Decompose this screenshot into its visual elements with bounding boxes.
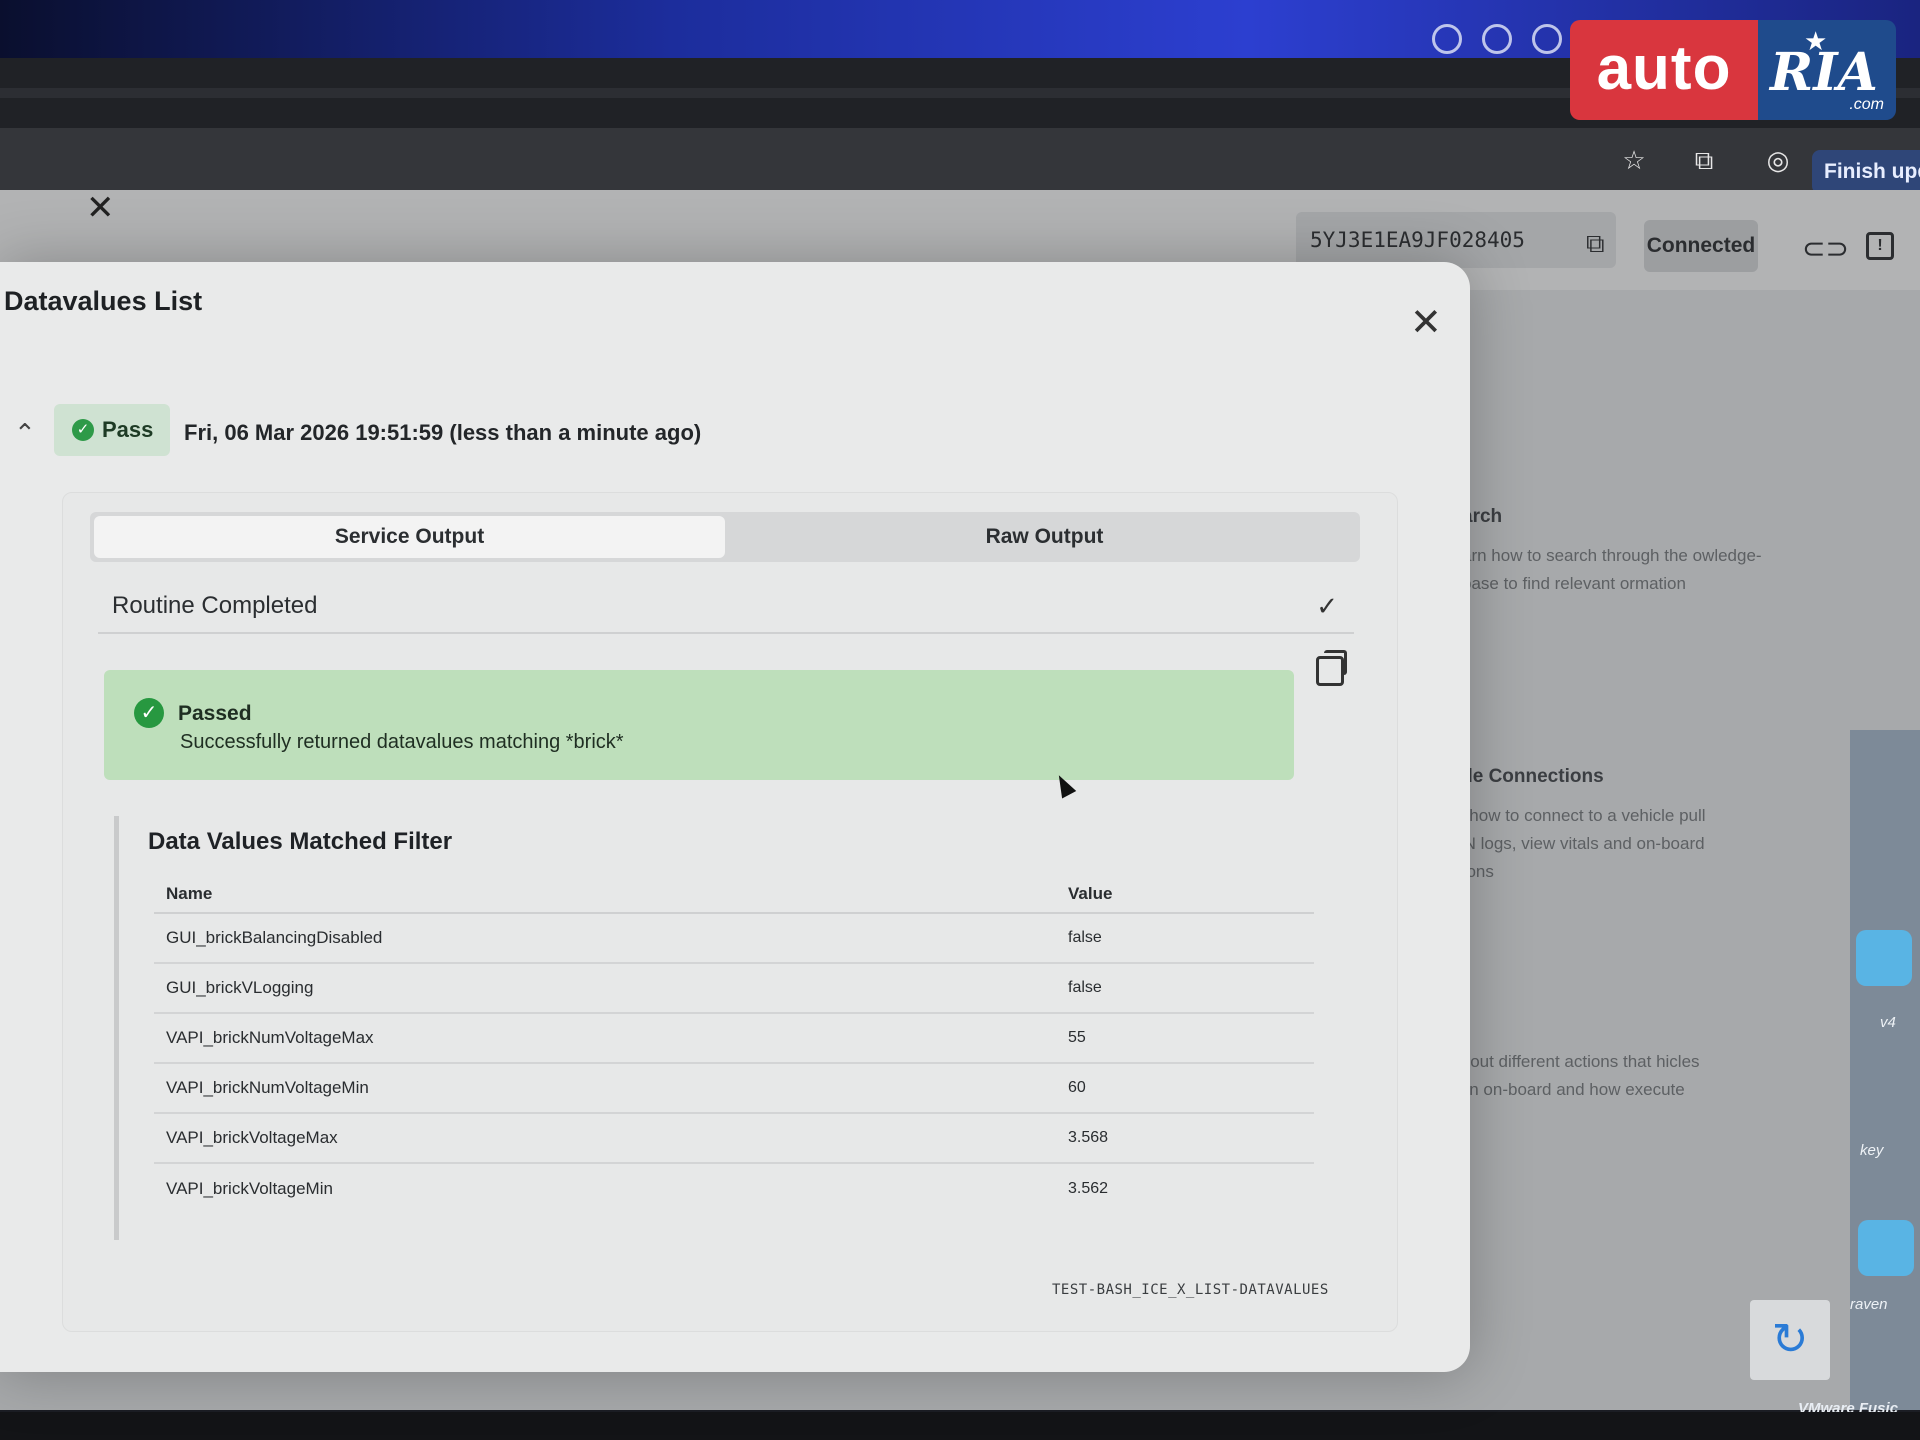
side-label: v4	[1880, 1014, 1896, 1031]
datavalue-name: VAPI_brickVoltageMax	[166, 1128, 338, 1147]
feedback-icon[interactable]: !	[1866, 232, 1894, 260]
datavalue-value: 3.568	[1068, 1129, 1109, 1146]
result-banner: ✓ Passed Successfully returned datavalue…	[104, 670, 1294, 780]
dock-tile[interactable]	[1856, 930, 1912, 986]
datavalue-value: 3.562	[1068, 1180, 1109, 1197]
kb-card-vehicle-connections[interactable]: hicle Connections arn how to connect to …	[1440, 766, 1740, 886]
kb-card-text: arn how to connect to a vehicle pull CAN…	[1440, 806, 1706, 881]
result-message: Successfully returned datavalues matchin…	[180, 731, 624, 753]
datavalue-value: 55	[1068, 1029, 1086, 1046]
table-row: VAPI_brickNumVoltageMin 60	[154, 1064, 1314, 1114]
modal-title: Datavalues List	[4, 286, 203, 316]
profile-icon[interactable]: ◎	[1764, 146, 1792, 174]
logo-auto-part: auto	[1570, 20, 1758, 120]
logo-com-text: .com	[1849, 96, 1884, 113]
table-row: GUI_brickVLogging false	[154, 964, 1314, 1014]
datavalue-name: VAPI_brickNumVoltageMin	[166, 1078, 369, 1097]
tab-service-output[interactable]: Service Output	[94, 516, 725, 558]
datavalue-value: false	[1068, 979, 1102, 996]
tab-raw-output[interactable]: Raw Output	[729, 512, 1360, 562]
table-row: VAPI_brickVoltageMin 3.562	[154, 1164, 1314, 1214]
desktop-side-panel: v4 key raven	[1850, 730, 1920, 1410]
datavalue-value: 60	[1068, 1079, 1086, 1096]
table-row: GUI_brickBalancingDisabled false	[154, 914, 1314, 964]
logo-ria-text: RIA	[1770, 42, 1878, 103]
check-icon: ✓	[1316, 590, 1338, 621]
check-circle-icon: ✓	[134, 698, 164, 728]
routine-status-row[interactable]: Routine Completed ✓	[98, 580, 1354, 634]
datavalue-value: false	[1068, 929, 1102, 946]
column-header-value: Value	[1068, 884, 1113, 903]
status-badge: ✓ Pass	[54, 404, 170, 456]
routine-label: Routine Completed	[112, 592, 318, 619]
connected-status-button[interactable]: Connected	[1644, 220, 1758, 272]
side-label: key	[1860, 1142, 1884, 1159]
recaptcha-icon: ↻	[1750, 1300, 1830, 1380]
run-timestamp: Fri, 06 Mar 2026 19:51:59 (less than a m…	[184, 420, 702, 445]
dock-tile[interactable]	[1858, 1220, 1914, 1276]
link-icon[interactable]: ⊂⊃	[1802, 232, 1849, 265]
logo-ria-part: ★ RIA .com	[1758, 20, 1896, 120]
bookmark-star-icon[interactable]: ☆	[1620, 146, 1648, 174]
check-circle-icon: ✓	[72, 419, 94, 441]
notification-icon[interactable]	[1432, 24, 1462, 54]
table-row: VAPI_brickVoltageMax 3.568	[154, 1114, 1314, 1164]
kb-card-search[interactable]: arch arn how to search through the owled…	[1462, 506, 1762, 598]
side-label: raven	[1850, 1296, 1888, 1313]
finish-update-button[interactable]: Finish upda	[1812, 150, 1920, 194]
test-id-label: TEST-BASH_ICE_X_LIST-DATAVALUES	[1052, 1282, 1329, 1298]
datavalue-name: VAPI_brickNumVoltageMax	[166, 1028, 374, 1047]
browser-toolbar: ☆ ⧉ ◎	[0, 128, 1920, 190]
chevron-up-icon[interactable]: ⌃	[14, 418, 36, 449]
copy-vin-icon[interactable]: ⧉	[1586, 228, 1605, 260]
modal-close-icon[interactable]: ✕	[1410, 304, 1442, 342]
kb-card-title: arch	[1462, 506, 1503, 527]
auto-ria-logo: auto ★ RIA .com	[1570, 20, 1900, 120]
os-dock-strip	[0, 1412, 1920, 1440]
headphones-icon[interactable]	[1482, 24, 1512, 54]
datavalue-name: GUI_brickBalancingDisabled	[166, 928, 383, 947]
copy-output-icon[interactable]	[1316, 650, 1347, 686]
status-badge-label: Pass	[102, 417, 154, 442]
result-title: Passed	[178, 702, 252, 725]
kb-card-text: arn how to search through the owledge-ba…	[1462, 546, 1762, 593]
close-panel-icon[interactable]: ✕	[86, 188, 115, 228]
vin-display: 5YJ3E1EA9JF028405	[1296, 212, 1616, 268]
table-row: VAPI_brickNumVoltageMax 55	[154, 1014, 1314, 1064]
output-tabs: Service Output Raw Output	[90, 512, 1360, 562]
table-header: Name Value	[154, 872, 1314, 914]
kb-card-title: hicle Connections	[1440, 766, 1604, 787]
column-header-name: Name	[166, 884, 213, 903]
datavalues-table: Name Value GUI_brickBalancingDisabled fa…	[154, 872, 1314, 1214]
extensions-icon[interactable]: ⧉	[1690, 146, 1718, 174]
datavalue-name: VAPI_brickVoltageMin	[166, 1179, 333, 1198]
datavalue-name: GUI_brickVLogging	[166, 978, 314, 997]
link-tray-icon[interactable]	[1532, 24, 1562, 54]
table-title: Data Values Matched Filter	[148, 828, 453, 855]
